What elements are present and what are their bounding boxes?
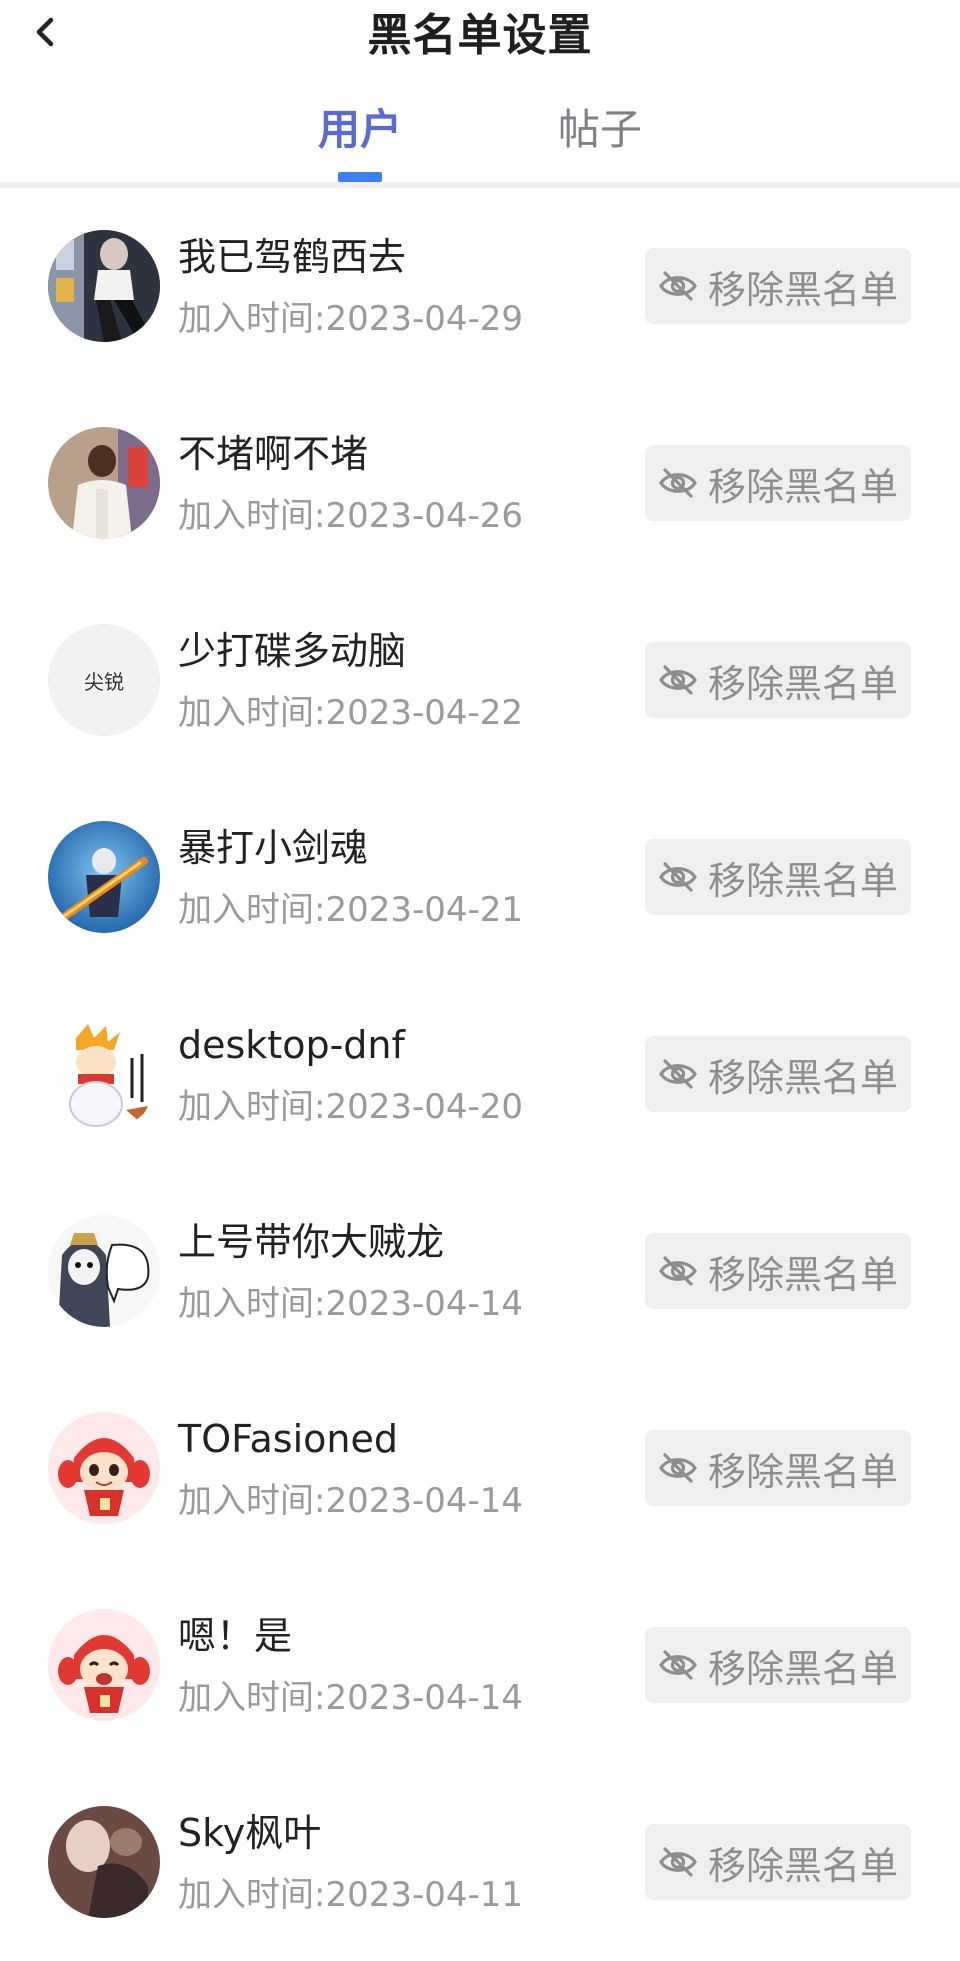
tab-posts[interactable]: 帖子 [558, 100, 642, 160]
username[interactable]: TOFasioned [178, 1414, 398, 1464]
list-item: desktop-dnf 加入时间:2023-04-20 移除黑名单 [0, 976, 960, 1173]
remove-label: 移除黑名单 [707, 1252, 898, 1297]
eye-off-icon [658, 467, 698, 499]
avatar[interactable] [48, 1609, 160, 1721]
list-item: Sky枫叶 加入时间:2023-04-11 移除黑名单 [0, 1764, 960, 1961]
blacklist-user-list: 我已驾鹤西去 加入时间:2023-04-29 移除黑名单 不堵啊不堵 加入时间:… [0, 188, 960, 1961]
list-item: 尖锐 少打碟多动脑 加入时间:2023-04-22 移除黑名单 [0, 582, 960, 779]
joined-date: 加入时间:2023-04-21 [178, 890, 524, 930]
username[interactable]: 少打碟多动脑 [178, 626, 406, 676]
eye-off-icon [658, 1255, 698, 1287]
joined-date: 加入时间:2023-04-14 [178, 1284, 524, 1324]
remove-from-blacklist-button[interactable]: 移除黑名单 [645, 642, 911, 718]
list-item: TOFasioned 加入时间:2023-04-14 移除黑名单 [0, 1370, 960, 1567]
joined-date: 加入时间:2023-04-11 [178, 1875, 524, 1915]
remove-label: 移除黑名单 [707, 1646, 898, 1691]
remove-from-blacklist-button[interactable]: 移除黑名单 [645, 1430, 911, 1506]
avatar[interactable] [48, 1215, 160, 1327]
joined-date: 加入时间:2023-04-14 [178, 1678, 524, 1718]
remove-from-blacklist-button[interactable]: 移除黑名单 [645, 1824, 911, 1900]
avatar[interactable] [48, 230, 160, 342]
avatar[interactable] [48, 1806, 160, 1918]
list-item: 我已驾鹤西去 加入时间:2023-04-29 移除黑名单 [0, 188, 960, 385]
avatar-text: 尖锐 [48, 624, 160, 736]
avatar[interactable] [48, 1018, 160, 1130]
avatar[interactable] [48, 821, 160, 933]
active-tab-indicator [338, 172, 382, 182]
eye-off-icon [658, 1058, 698, 1090]
joined-date: 加入时间:2023-04-14 [178, 1481, 524, 1521]
remove-label: 移除黑名单 [707, 1843, 898, 1888]
list-item: 不堵啊不堵 加入时间:2023-04-26 移除黑名单 [0, 385, 960, 582]
remove-label: 移除黑名单 [707, 661, 898, 706]
joined-date: 加入时间:2023-04-22 [178, 693, 524, 733]
remove-from-blacklist-button[interactable]: 移除黑名单 [645, 1627, 911, 1703]
app-header: 黑名单设置 用户 帖子 [0, 0, 960, 188]
remove-from-blacklist-button[interactable]: 移除黑名单 [645, 839, 911, 915]
avatar[interactable] [48, 427, 160, 539]
remove-label: 移除黑名单 [707, 464, 898, 509]
username[interactable]: Sky枫叶 [178, 1808, 321, 1858]
username[interactable]: 不堵啊不堵 [178, 429, 368, 479]
avatar[interactable]: 尖锐 [48, 624, 160, 736]
joined-date: 加入时间:2023-04-26 [178, 496, 524, 536]
remove-from-blacklist-button[interactable]: 移除黑名单 [645, 1233, 911, 1309]
eye-off-icon [658, 664, 698, 696]
username[interactable]: 暴打小剑魂 [178, 823, 368, 873]
list-item: 上号带你大贼龙 加入时间:2023-04-14 移除黑名单 [0, 1173, 960, 1370]
list-item: 嗯！是 加入时间:2023-04-14 移除黑名单 [0, 1567, 960, 1764]
username[interactable]: 上号带你大贼龙 [178, 1217, 444, 1267]
eye-off-icon [658, 270, 698, 302]
remove-from-blacklist-button[interactable]: 移除黑名单 [645, 1036, 911, 1112]
eye-off-icon [658, 861, 698, 893]
username[interactable]: 我已驾鹤西去 [178, 232, 406, 282]
remove-label: 移除黑名单 [707, 1055, 898, 1100]
username[interactable]: 嗯！是 [178, 1611, 292, 1661]
joined-date: 加入时间:2023-04-29 [178, 299, 524, 339]
eye-off-icon [658, 1452, 698, 1484]
eye-off-icon [658, 1846, 698, 1878]
page-title: 黑名单设置 [367, 10, 593, 61]
username[interactable]: desktop-dnf [178, 1020, 405, 1070]
remove-from-blacklist-button[interactable]: 移除黑名单 [645, 248, 911, 324]
joined-date: 加入时间:2023-04-20 [178, 1087, 524, 1127]
remove-from-blacklist-button[interactable]: 移除黑名单 [645, 445, 911, 521]
remove-label: 移除黑名单 [707, 1449, 898, 1494]
remove-label: 移除黑名单 [707, 858, 898, 903]
avatar[interactable] [48, 1412, 160, 1524]
eye-off-icon [658, 1649, 698, 1681]
tab-users[interactable]: 用户 [318, 100, 402, 160]
remove-label: 移除黑名单 [707, 267, 898, 312]
list-item: 暴打小剑魂 加入时间:2023-04-21 移除黑名单 [0, 779, 960, 976]
